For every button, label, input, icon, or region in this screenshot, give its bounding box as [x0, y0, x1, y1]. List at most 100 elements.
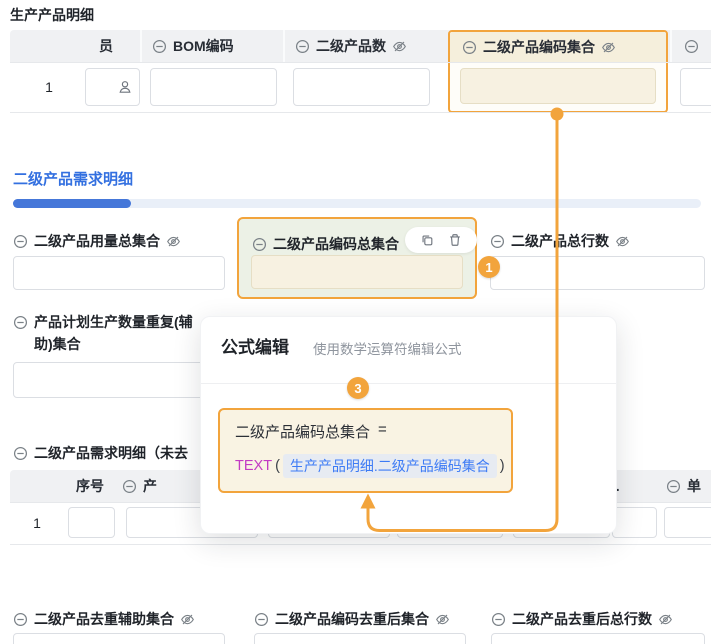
field-label-row-total: 二级产品总行数: [490, 231, 630, 251]
row-number: 1: [34, 62, 64, 113]
column-header-member[interactable]: 员: [72, 30, 140, 62]
field-label-text: 二级产品去重后总行数: [512, 609, 652, 629]
field-label-text: 二级产品编码去重后集合: [275, 609, 429, 629]
field-input-code-deduped[interactable]: [254, 633, 466, 644]
column-header-bom[interactable]: BOM编码: [152, 30, 234, 62]
column-header-unit[interactable]: 单: [666, 470, 701, 502]
column-header-label: 二级产品编码集合: [483, 37, 595, 57]
annotation-badge-1: 1: [478, 256, 500, 278]
link-icon: [13, 446, 28, 461]
hidden-eye-icon: [392, 39, 407, 54]
column-divider: [283, 30, 285, 62]
open-paren: (: [275, 458, 280, 474]
popup-subtitle: 使用数学运算符编辑公式: [313, 338, 462, 358]
link-icon: [13, 315, 28, 330]
field-label-text: 助)集合: [34, 334, 81, 354]
selected-field-card-code-total[interactable]: 二级产品编码总集合: [237, 217, 477, 299]
tab-demand-detail[interactable]: 二级产品需求明细: [13, 168, 133, 189]
column-header-count[interactable]: 二级产品数: [295, 30, 407, 62]
hidden-eye-icon: [658, 612, 673, 627]
field-label-text: 二级产品去重辅助集合: [34, 609, 174, 629]
field-label-text: 二级产品用量总集合: [34, 231, 160, 251]
column-header-label: 产: [143, 476, 157, 496]
hidden-eye-icon: [615, 234, 630, 249]
column-header-label: BOM编码: [173, 36, 234, 56]
field-input-plan-repeat[interactable]: [13, 362, 225, 398]
horizontal-scrollbar-track[interactable]: [13, 199, 701, 208]
link-icon: [491, 612, 506, 627]
production-subform-table: 员 BOM编码 二级产品数 二级产品编码集合 1: [10, 30, 711, 113]
link-icon: [122, 479, 137, 494]
cell-input-code-set[interactable]: [460, 68, 656, 104]
formula-editor-popup: 公式编辑 使用数学运算符编辑公式 二级产品编码总集合 = TEXT ( 生产产品…: [200, 316, 617, 534]
link-icon: [252, 237, 267, 252]
form-designer-canvas: 生产产品明细 员 BOM编码 二级产品数 二级产品编码集合: [0, 0, 711, 644]
field-input-row-total[interactable]: [490, 256, 705, 290]
field-label-deduped-row-total: 二级产品去重后总行数: [491, 609, 673, 629]
close-paren: ): [500, 458, 505, 474]
divider: [10, 544, 711, 545]
column-divider: [670, 30, 672, 62]
hidden-eye-icon: [166, 234, 181, 249]
column-header-label: 员: [99, 36, 113, 56]
column-header-partial[interactable]: [684, 30, 699, 62]
subform-title-production: 生产产品明细: [10, 5, 94, 25]
formula-function-name: TEXT: [235, 458, 272, 474]
field-input-deduped-row-total[interactable]: [491, 633, 705, 644]
cell-input-bom[interactable]: [150, 68, 277, 106]
column-header-label: 单: [687, 476, 701, 496]
divider: [201, 383, 616, 384]
column-divider: [140, 30, 142, 62]
horizontal-scrollbar-thumb[interactable]: [13, 199, 131, 208]
field-label-code-total: 二级产品编码总集合: [252, 234, 399, 254]
subform-title-text: 二级产品需求明细（未去: [34, 443, 188, 463]
cell-input-seq[interactable]: [68, 507, 115, 538]
equals-sign: =: [378, 421, 387, 442]
hidden-eye-icon: [180, 612, 195, 627]
field-label-plan-repeat: 产品计划生产数量重复(辅: [13, 312, 193, 332]
link-icon: [666, 479, 681, 494]
column-header-product[interactable]: 产: [122, 470, 157, 502]
link-icon: [462, 40, 477, 55]
popup-title: 公式编辑: [221, 333, 289, 358]
formula-field-chip[interactable]: 生产产品明细.二级产品编码集合: [283, 454, 497, 478]
annotation-badge-3: 3: [347, 377, 369, 399]
cell-input-partial[interactable]: [680, 68, 711, 106]
field-label-plan-repeat-line2: 助)集合: [34, 334, 81, 354]
field-toolbar: [405, 227, 477, 253]
row-number: 1: [22, 502, 52, 544]
formula-expression-box[interactable]: 二级产品编码总集合 = TEXT ( 生产产品明细.二级产品编码集合 ): [218, 408, 513, 493]
divider: [10, 112, 711, 113]
highlighted-column-code-set[interactable]: 二级产品编码集合: [448, 30, 668, 113]
link-icon: [13, 234, 28, 249]
formula-expression-line: TEXT ( 生产产品明细.二级产品编码集合 ): [235, 454, 505, 478]
person-icon: [117, 79, 133, 95]
cell-input-member[interactable]: [85, 68, 140, 106]
formula-target-line: 二级产品编码总集合 =: [235, 421, 387, 442]
copy-icon[interactable]: [420, 233, 434, 247]
cell-input-count[interactable]: [293, 68, 430, 106]
link-icon: [152, 39, 167, 54]
link-icon: [13, 612, 28, 627]
field-input-code-total[interactable]: [251, 255, 463, 289]
column-header-seq[interactable]: 序号: [60, 470, 120, 502]
trash-icon[interactable]: [448, 233, 462, 247]
column-header-label: 序号: [76, 476, 104, 496]
subform-title-demand-raw: 二级产品需求明细（未去: [13, 443, 188, 463]
field-input-usage-total[interactable]: [13, 256, 225, 290]
formula-target-field: 二级产品编码总集合: [235, 421, 370, 442]
cell-input-ellipsis[interactable]: [612, 507, 657, 538]
divider: [10, 62, 711, 63]
hidden-eye-icon: [435, 612, 450, 627]
field-label-usage-total: 二级产品用量总集合: [13, 231, 181, 251]
column-header-label: 二级产品数: [316, 36, 386, 56]
cell-input-unit[interactable]: [664, 507, 711, 538]
field-label-text: 二级产品总行数: [511, 231, 609, 251]
hidden-eye-icon: [601, 40, 616, 55]
field-label-dedupe-helper: 二级产品去重辅助集合: [13, 609, 195, 629]
link-icon: [684, 39, 699, 54]
link-icon: [490, 234, 505, 249]
field-input-dedupe-helper[interactable]: [13, 633, 225, 644]
link-icon: [254, 612, 269, 627]
field-label-code-deduped: 二级产品编码去重后集合: [254, 609, 450, 629]
